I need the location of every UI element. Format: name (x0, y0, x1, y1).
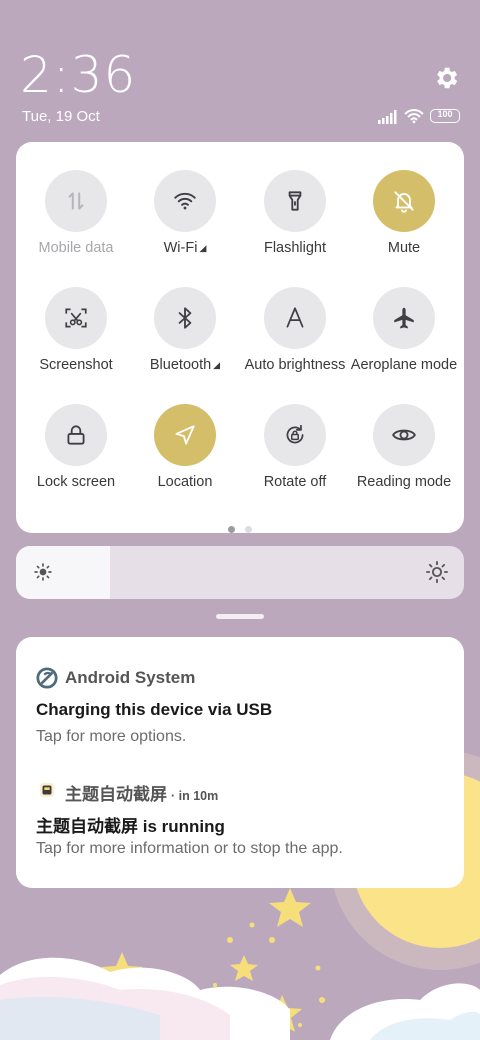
tile-aeroplane-mode[interactable]: Aeroplane mode (349, 259, 459, 373)
tile-auto-brightness[interactable]: Auto brightness (240, 259, 350, 373)
tile-label: Screenshot (15, 357, 137, 373)
tile-label: Aeroplane mode (343, 357, 465, 373)
page-dot[interactable] (245, 526, 252, 533)
aeroplane-icon (394, 307, 414, 329)
expand-triangle-icon: ◢ (199, 243, 207, 253)
tile-toggle-button[interactable] (264, 404, 326, 466)
android-system-icon (36, 667, 58, 689)
rotate-lock-icon (286, 424, 304, 444)
tile-label: Auto brightness (234, 357, 356, 373)
auto-brightness-icon (286, 307, 304, 328)
tile-mobile-data[interactable]: Mobile data (21, 142, 131, 256)
sun-small-icon (34, 563, 52, 581)
tile-toggle-button[interactable] (45, 170, 107, 232)
tile-label: Lock screen (15, 474, 137, 490)
tile-label: Mute (343, 240, 465, 256)
mobile-data-icon (68, 192, 84, 210)
bell-off-icon (394, 191, 414, 213)
gear-icon[interactable] (432, 64, 460, 92)
tile-toggle-button[interactable] (45, 404, 107, 466)
tile-toggle-button[interactable] (373, 170, 435, 232)
tile-label: Bluetooth ◢ (124, 357, 246, 373)
expand-triangle-icon: ◢ (213, 360, 221, 370)
system-indicators: 100 (378, 108, 462, 128)
notification-app-name: 主题自动截屏 · in 10m (65, 780, 218, 805)
tile-rotate-off[interactable]: Rotate off (240, 376, 350, 490)
tile-location[interactable]: Location (130, 376, 240, 490)
notification-android-system[interactable]: Android System Charging this device via … (16, 637, 464, 757)
notification-app-name: Android System (65, 668, 196, 687)
notification-app-name-text: 主题自动截屏 (65, 785, 167, 804)
tile-toggle-button[interactable] (373, 287, 435, 349)
tile-label-text: Auto brightness (244, 357, 346, 373)
notification-title: 主题自动截屏 is running (36, 817, 225, 836)
bluetooth-icon (178, 307, 192, 329)
tile-toggle-button[interactable] (154, 170, 216, 232)
tile-toggle-button[interactable] (154, 287, 216, 349)
screenshot-scissors-icon (65, 308, 87, 328)
tile-label: Flashlight (234, 240, 356, 256)
location-arrow-icon (175, 425, 195, 445)
drag-handle[interactable] (216, 614, 264, 619)
notification-body: Tap for more information or to stop the … (36, 840, 343, 857)
tile-toggle-button[interactable] (264, 170, 326, 232)
tile-label: Rotate off (234, 474, 356, 490)
battery-level: 100 (437, 109, 453, 119)
tile-label-text: Aeroplane mode (350, 357, 458, 373)
sun-large-icon (426, 561, 448, 583)
tile-label: Location (124, 474, 246, 490)
signal-icon (378, 110, 397, 124)
notification-title: Charging this device via USB (36, 700, 273, 719)
tile-lock-screen[interactable]: Lock screen (21, 376, 131, 490)
tile-label-text: Location (157, 474, 213, 490)
tile-label-text: Flashlight (263, 240, 327, 256)
tile-toggle-button[interactable] (373, 404, 435, 466)
notification-card: Android System Charging this device via … (16, 637, 464, 888)
wifi-icon (174, 192, 196, 210)
tile-reading-mode[interactable]: Reading mode (349, 376, 459, 490)
tile-label-text: Mute (387, 240, 421, 256)
tile-toggle-button[interactable] (264, 287, 326, 349)
tile-label: Wi-Fi ◢ (124, 240, 246, 256)
tile-toggle-button[interactable] (154, 404, 216, 466)
page-dot[interactable] (228, 526, 235, 533)
tile-label-text: Lock screen (36, 474, 116, 490)
quick-settings-panel: Mobile data Wi-Fi ◢ Flashlight Mute Screensho… (16, 142, 464, 533)
tile-label-text: Wi-Fi (163, 240, 198, 256)
tile-wi-fi[interactable]: Wi-Fi ◢ (130, 142, 240, 256)
app-icon (39, 782, 55, 798)
brightness-fill (16, 546, 110, 599)
status-header: 2:36 Tue, 19 Oct 100 (0, 0, 480, 140)
brightness-slider[interactable] (16, 546, 464, 599)
flashlight-icon (288, 191, 302, 211)
tile-label: Mobile data (15, 240, 137, 256)
tile-label-text: Reading mode (356, 474, 452, 490)
tile-label-text: Mobile data (38, 240, 114, 256)
tile-mute[interactable]: Mute (349, 142, 459, 256)
notification-time: · in 10m (171, 789, 219, 803)
date[interactable]: Tue, 19 Oct (22, 108, 100, 125)
battery-icon: 100 (430, 109, 460, 123)
tile-label-text: Rotate off (263, 474, 327, 490)
wifi-icon (404, 109, 424, 124)
tile-label-text: Screenshot (39, 357, 113, 373)
page-indicator (16, 520, 464, 533)
tile-label: Reading mode (343, 474, 465, 490)
clock[interactable]: 2:36 (20, 46, 136, 104)
notification-body: Tap for more options. (36, 728, 187, 745)
tile-flashlight[interactable]: Flashlight (240, 142, 350, 256)
eye-icon (392, 429, 416, 441)
notification-app-running[interactable]: 主题自动截屏 · in 10m 主题自动截屏 is running Tap for… (16, 757, 464, 888)
tile-screenshot[interactable]: Screenshot (21, 259, 131, 373)
lock-icon (67, 425, 85, 445)
tile-label-text: Bluetooth (149, 357, 212, 373)
tile-bluetooth[interactable]: Bluetooth ◢ (130, 259, 240, 373)
tile-toggle-button[interactable] (45, 287, 107, 349)
